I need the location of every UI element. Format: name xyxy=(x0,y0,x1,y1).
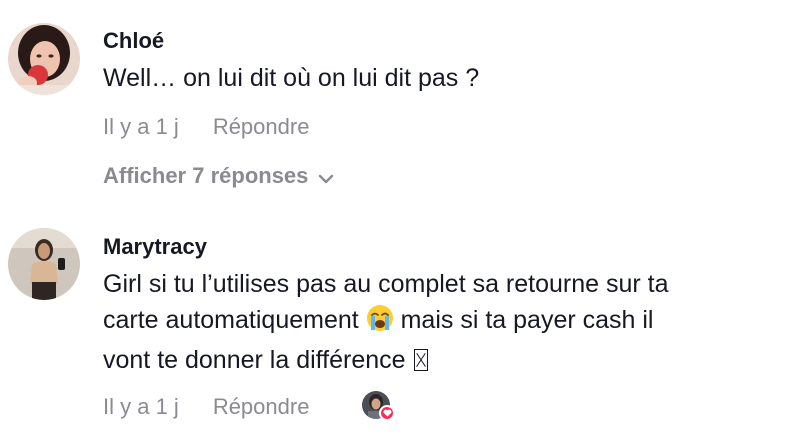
reply-button[interactable]: Répondre xyxy=(213,394,310,419)
creator-liked-heart-icon xyxy=(379,405,395,421)
comment-text-segment: carte automatiquement xyxy=(103,306,359,334)
comment-text-line: Girl si tu l’utilises pas au complet sa … xyxy=(103,270,669,298)
missing-glyph-box xyxy=(414,349,429,371)
comment-timestamp: Il y a 1 j xyxy=(103,394,179,419)
loudly-crying-face-emoji xyxy=(366,304,394,342)
creator-liked-badge xyxy=(362,391,395,421)
comment-text-line-3: vont te donner la différence xyxy=(103,342,793,378)
user-avatar[interactable] xyxy=(8,228,80,300)
comment-text-segment: mais si ta payer cash il xyxy=(400,306,654,334)
comment-item: Marytracy Girl si tu l’utilises pas au c… xyxy=(0,0,804,434)
comment-text: Girl si tu l’utilises pas au complet sa … xyxy=(103,266,793,378)
comment-text-line-2: carte automatiquement mais si ta payer c… xyxy=(103,302,793,342)
comment-meta: Il y a 1 j Répondre xyxy=(103,394,309,420)
comment-text-segment: vont te donner la différence xyxy=(103,346,406,374)
comment-username[interactable]: Marytracy xyxy=(103,234,207,260)
